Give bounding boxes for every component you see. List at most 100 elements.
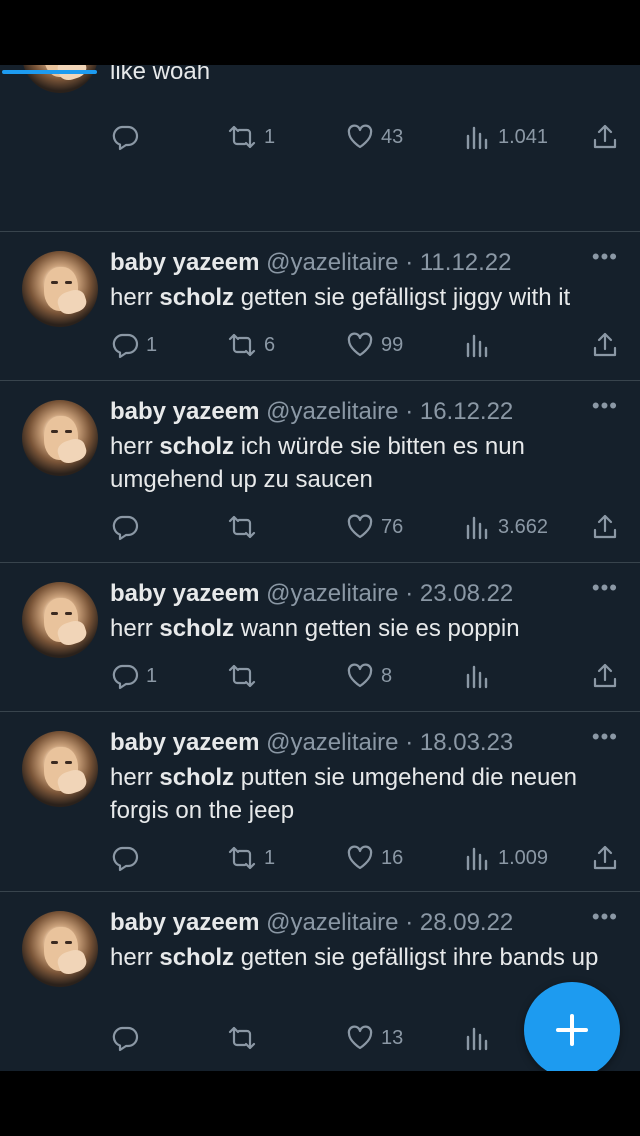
- view-count: 1.009: [498, 846, 549, 869]
- views-button[interactable]: 3.662: [464, 511, 548, 543]
- share-button[interactable]: [591, 121, 619, 153]
- user-handle[interactable]: @yazelitaire: [266, 249, 398, 276]
- tweet-actions: 1 16 1.009: [0, 842, 640, 874]
- display-name[interactable]: baby yazeem: [110, 729, 259, 756]
- like-icon: [347, 332, 373, 357]
- retweet-button[interactable]: 1: [226, 842, 275, 874]
- reply-icon: [112, 846, 139, 872]
- views-button[interactable]: 1.009: [464, 842, 548, 874]
- like-button[interactable]: 76: [345, 511, 403, 543]
- reply-button[interactable]: [110, 842, 146, 874]
- views-icon: [466, 516, 488, 540]
- reply-button[interactable]: [110, 121, 146, 153]
- timestamp[interactable]: 18.03.23: [420, 729, 513, 756]
- tweet-text: herr scholz getten sie gefälligst jiggy …: [110, 284, 571, 311]
- user-handle[interactable]: @yazelitaire: [266, 909, 398, 936]
- tweet-header: baby yazeem @yazelitaire · 11.12.22: [110, 248, 512, 278]
- share-icon: [593, 845, 617, 870]
- like-button[interactable]: 99: [345, 329, 403, 361]
- retweet-icon: [228, 515, 256, 539]
- view-count: 3.662: [498, 515, 549, 538]
- views-button[interactable]: [464, 329, 498, 361]
- tweet-text: herr scholz bouncen sie umgehend diesen …: [110, 65, 211, 85]
- user-handle[interactable]: @yazelitaire: [266, 398, 398, 425]
- retweet-count: 1: [264, 846, 276, 869]
- avatar[interactable]: [22, 251, 98, 327]
- views-button[interactable]: 1.041: [464, 121, 548, 153]
- retweet-button[interactable]: 1: [226, 121, 275, 153]
- reply-button[interactable]: [110, 1022, 146, 1054]
- plus-icon: [556, 1014, 588, 1046]
- tweet-actions: 1 6 99: [0, 329, 640, 361]
- display-name[interactable]: baby yazeem: [110, 249, 259, 276]
- compose-button[interactable]: [524, 982, 620, 1071]
- views-button[interactable]: [464, 660, 498, 692]
- share-button[interactable]: [591, 329, 619, 361]
- avatar[interactable]: [22, 731, 98, 807]
- like-button[interactable]: 13: [345, 1022, 403, 1054]
- avatar[interactable]: [22, 400, 98, 476]
- like-button[interactable]: 8: [345, 660, 392, 692]
- like-icon: [347, 514, 373, 539]
- retweet-icon: [228, 125, 256, 149]
- like-count: 13: [381, 1026, 404, 1049]
- views-icon: [466, 1027, 488, 1051]
- tweet-text: herr scholz getten sie gefälligst ihre b…: [110, 944, 599, 971]
- timestamp[interactable]: 16.12.22: [420, 398, 513, 425]
- reply-button[interactable]: 1: [110, 660, 157, 692]
- like-button[interactable]: 16: [345, 842, 403, 874]
- timestamp[interactable]: 23.08.22: [420, 580, 513, 607]
- display-name[interactable]: baby yazeem: [110, 580, 259, 607]
- retweet-icon: [228, 333, 256, 357]
- tweet-header: baby yazeem @yazelitaire · 23.08.22: [110, 579, 513, 609]
- timestamp[interactable]: 11.12.22: [420, 249, 512, 276]
- more-options-icon[interactable]: •••: [592, 575, 618, 601]
- display-name[interactable]: baby yazeem: [110, 398, 259, 425]
- reply-count: 1: [146, 333, 158, 356]
- reply-count: 1: [146, 664, 158, 687]
- timeline: baby yazeem @yazelitaire · 14h ••• herr …: [0, 65, 640, 1071]
- views-icon: [466, 334, 488, 358]
- more-options-icon[interactable]: •••: [592, 393, 618, 419]
- views-button[interactable]: [464, 1022, 498, 1054]
- avatar[interactable]: [22, 582, 98, 658]
- tweet-header: baby yazeem @yazelitaire · 28.09.22: [110, 908, 513, 938]
- reply-icon: [112, 125, 139, 151]
- retweet-button[interactable]: 6: [226, 329, 275, 361]
- tweet[interactable]: baby yazeem @yazelitaire · 23.08.22 ••• …: [0, 563, 640, 712]
- separator-dot: ·: [405, 729, 414, 756]
- separator-dot: ·: [405, 909, 414, 936]
- tweet[interactable]: baby yazeem @yazelitaire · 11.12.22 ••• …: [0, 232, 640, 381]
- retweet-button[interactable]: [226, 1022, 264, 1054]
- retweet-button[interactable]: [226, 660, 264, 692]
- like-icon: [347, 124, 373, 149]
- share-icon: [593, 514, 617, 539]
- more-options-icon[interactable]: •••: [592, 904, 618, 930]
- share-button[interactable]: [591, 660, 619, 692]
- separator-dot: ·: [405, 580, 414, 607]
- reply-icon: [112, 664, 139, 690]
- reply-icon: [112, 333, 139, 359]
- like-count: 43: [381, 125, 404, 148]
- like-count: 76: [381, 515, 404, 538]
- share-button[interactable]: [591, 511, 619, 543]
- reply-icon: [112, 1026, 139, 1052]
- more-options-icon[interactable]: •••: [592, 724, 618, 750]
- timestamp[interactable]: 28.09.22: [420, 909, 513, 936]
- like-button[interactable]: 43: [345, 121, 403, 153]
- tweet[interactable]: baby yazeem @yazelitaire · 18.03.23 ••• …: [0, 712, 640, 892]
- more-options-icon[interactable]: •••: [592, 244, 618, 270]
- share-icon: [593, 332, 617, 357]
- reply-button[interactable]: [110, 511, 146, 543]
- tweet[interactable]: baby yazeem @yazelitaire · 14h ••• herr …: [0, 65, 640, 232]
- reply-button[interactable]: 1: [110, 329, 157, 361]
- share-button[interactable]: [591, 842, 619, 874]
- retweet-button[interactable]: [226, 511, 264, 543]
- tweet-header: baby yazeem @yazelitaire · 16.12.22: [110, 397, 513, 427]
- user-handle[interactable]: @yazelitaire: [266, 729, 398, 756]
- like-icon: [347, 845, 373, 870]
- display-name[interactable]: baby yazeem: [110, 909, 259, 936]
- tweet[interactable]: baby yazeem @yazelitaire · 16.12.22 ••• …: [0, 381, 640, 563]
- avatar[interactable]: [22, 911, 98, 987]
- user-handle[interactable]: @yazelitaire: [266, 580, 398, 607]
